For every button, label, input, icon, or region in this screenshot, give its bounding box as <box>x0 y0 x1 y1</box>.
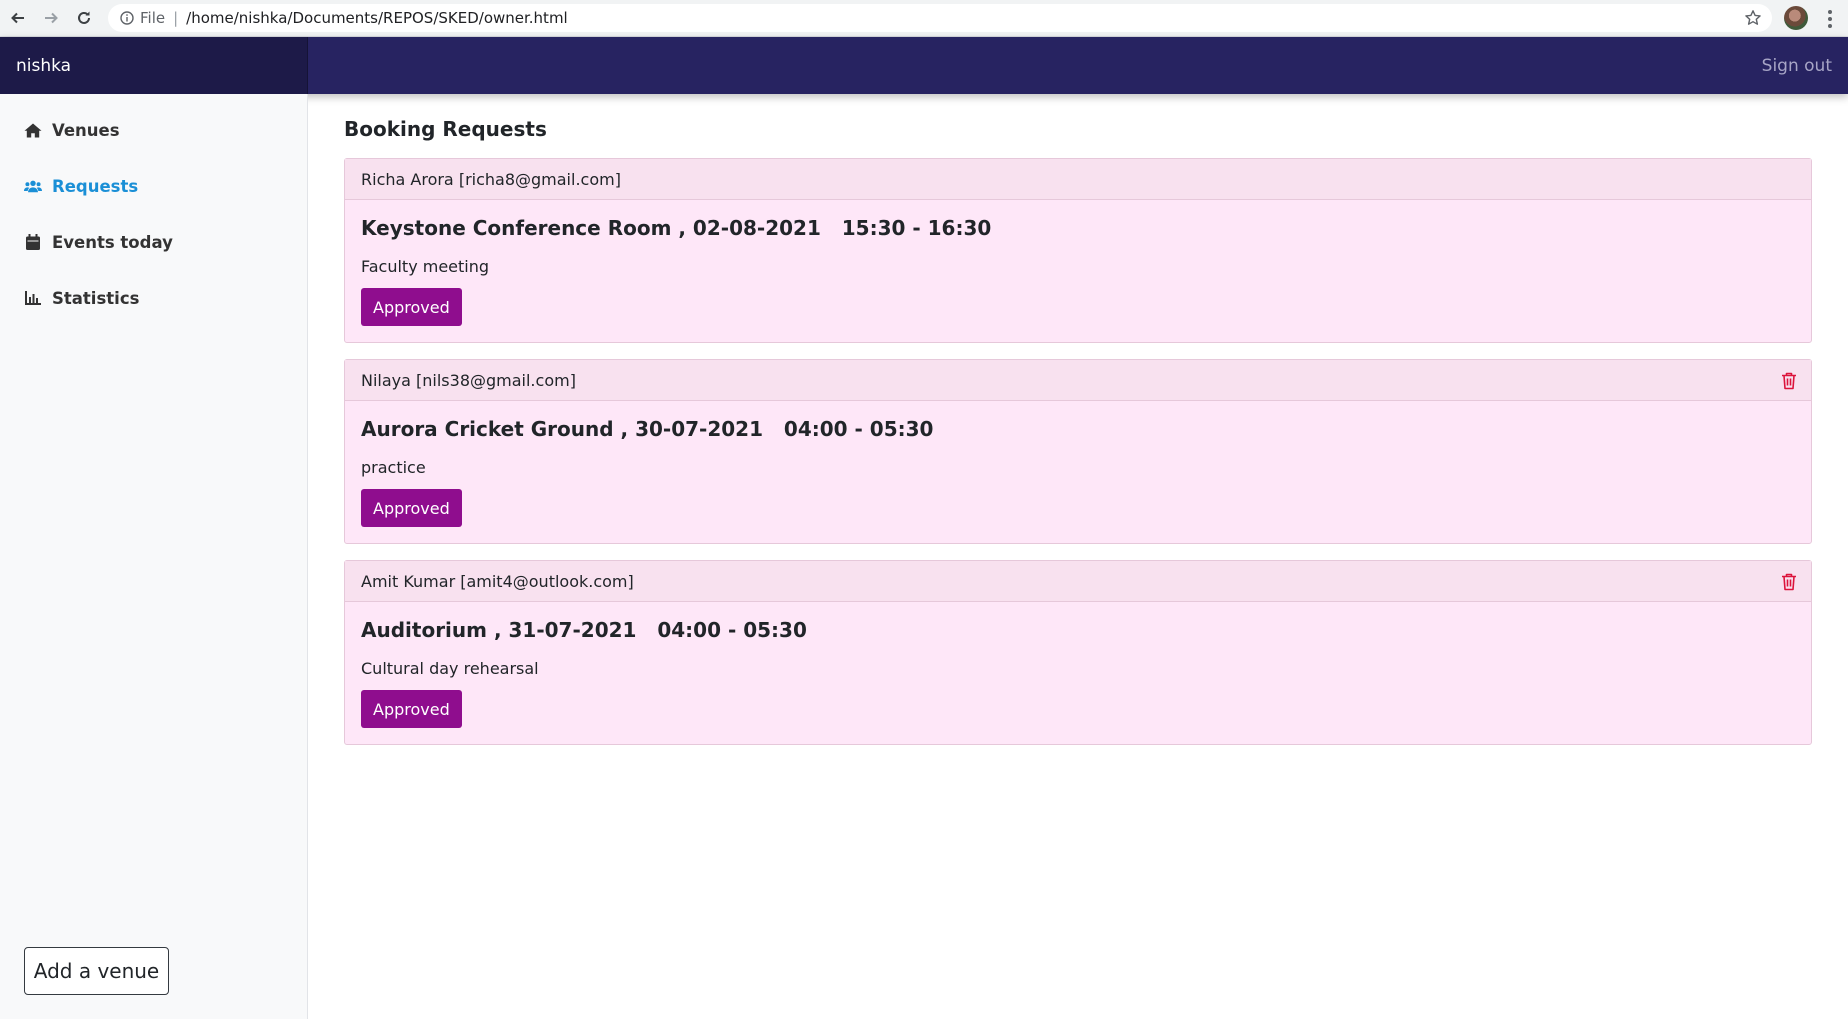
sidebar-item-label: Statistics <box>52 288 140 308</box>
reload-icon <box>78 11 90 24</box>
sign-out-link[interactable]: Sign out <box>1762 37 1832 94</box>
sidebar-item-label: Venues <box>52 120 120 140</box>
arrow-right-icon <box>45 12 58 24</box>
forward-button[interactable] <box>36 3 66 33</box>
requester-info: Nilaya [nils38@gmail.com] <box>361 370 576 390</box>
request-card: Nilaya [nils38@gmail.com] Aurora Cricket… <box>344 359 1812 544</box>
chart-icon <box>24 291 42 305</box>
request-card: Amit Kumar [amit4@outlook.com] Auditoriu… <box>344 560 1812 745</box>
sidebar-item-label: Events today <box>52 232 173 252</box>
browser-toolbar: File | /home/nishka/Documents/REPOS/SKED… <box>0 0 1848 37</box>
sidebar-item-requests[interactable]: Requests <box>24 172 138 200</box>
trash-icon[interactable] <box>1781 573 1797 591</box>
sidebar-item-events-today[interactable]: Events today <box>24 228 173 256</box>
address-bar[interactable]: File | /home/nishka/Documents/REPOS/SKED… <box>108 4 1772 32</box>
brand-username[interactable]: nishka <box>0 37 308 94</box>
calendar-icon <box>24 234 42 250</box>
profile-avatar[interactable] <box>1784 6 1808 30</box>
request-card: Richa Arora [richa8@gmail.com] Keystone … <box>344 158 1812 343</box>
sidebar-item-label: Requests <box>52 176 139 196</box>
request-description: Cultural day rehearsal <box>361 659 539 678</box>
star-icon[interactable] <box>1744 9 1762 27</box>
request-venue-datetime: Auditorium , 31-07-2021 04:00 - 05:30 <box>361 618 807 642</box>
status-button[interactable]: Approved <box>361 489 462 527</box>
request-card-header: Richa Arora [richa8@gmail.com] <box>345 159 1811 200</box>
requester-info: Amit Kumar [amit4@outlook.com] <box>361 571 634 591</box>
sidebar-item-statistics[interactable]: Statistics <box>24 284 139 312</box>
users-icon <box>24 179 42 193</box>
arrow-left-icon <box>11 12 24 24</box>
status-button[interactable]: Approved <box>361 690 462 728</box>
request-card-header: Nilaya [nils38@gmail.com] <box>345 360 1811 401</box>
status-button[interactable]: Approved <box>361 288 462 326</box>
top-navbar: nishka Sign out <box>0 37 1848 94</box>
request-description: Faculty meeting <box>361 257 490 276</box>
requester-info: Richa Arora [richa8@gmail.com] <box>361 169 621 189</box>
info-icon[interactable] <box>120 11 134 25</box>
page-title: Booking Requests <box>344 117 547 141</box>
more-menu-icon[interactable] <box>1820 8 1840 30</box>
request-venue-datetime: Aurora Cricket Ground , 30-07-2021 04:00… <box>361 417 934 441</box>
request-card-header: Amit Kumar [amit4@outlook.com] <box>345 561 1811 602</box>
sidebar: Venues Requests Events today Statistics … <box>0 94 308 1019</box>
back-button[interactable] <box>3 3 33 33</box>
trash-icon[interactable] <box>1781 372 1797 390</box>
sidebar-item-venues[interactable]: Venues <box>24 116 120 144</box>
request-venue-datetime: Keystone Conference Room , 02-08-2021 15… <box>361 216 992 240</box>
url-scheme: File <box>140 9 166 27</box>
reload-button[interactable] <box>69 3 99 33</box>
url-separator: | <box>173 9 179 27</box>
url-text[interactable]: /home/nishka/Documents/REPOS/SKED/owner.… <box>186 9 568 27</box>
request-description: practice <box>361 458 426 477</box>
add-venue-button[interactable]: Add a venue <box>24 947 169 995</box>
home-icon <box>24 123 42 138</box>
